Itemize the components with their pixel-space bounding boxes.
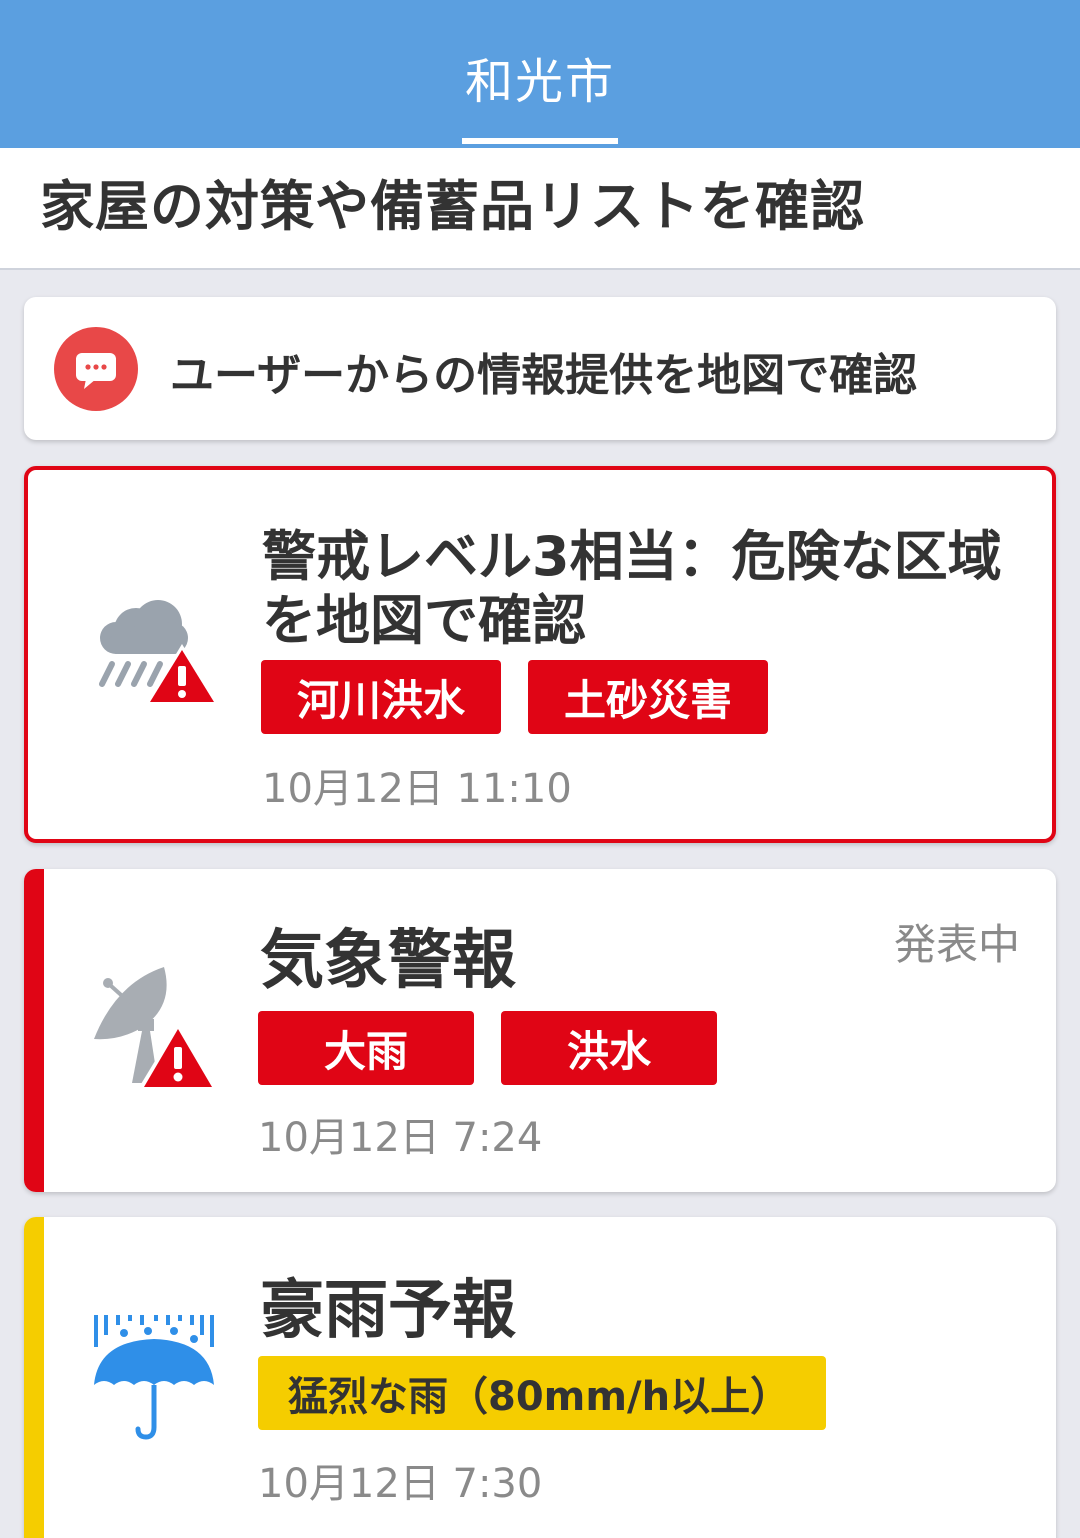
satellite-dish-warning-icon — [86, 963, 218, 1099]
umbrella-rain-icon — [90, 1311, 220, 1445]
warning-title: 気象警報 — [260, 924, 516, 998]
forecast-title: 豪雨予報 — [260, 1274, 516, 1348]
tab-indicator — [462, 138, 618, 144]
weather-warning-card[interactable]: 気象警報 発表中 大雨 洪水 10月12日 7:24 — [24, 869, 1056, 1192]
alert-title-line2: を地図で確認 — [262, 589, 586, 652]
forecast-timestamp: 10月12日 7:30 — [258, 1461, 543, 1507]
user-report-label: ユーザーからの情報提供を地図で確認 — [170, 350, 918, 401]
forecast-accent-bar — [24, 1217, 44, 1538]
tab-wako-city[interactable]: 和光市 — [462, 0, 618, 148]
rain-forecast-card[interactable]: 豪雨予報 猛烈な雨（80mm/h以上） 10月12日 7:30 — [24, 1217, 1056, 1538]
warning-status: 発表中 — [893, 920, 1020, 969]
tab-label: 和光市 — [464, 54, 615, 110]
alert-timestamp: 10月12日 11:10 — [262, 766, 572, 812]
tag-flood: 洪水 — [501, 1011, 717, 1085]
checklist-banner-title: 家屋の対策や備蓄品リストを確認 — [40, 175, 865, 238]
chat-bubble-icon — [54, 327, 138, 411]
tag-river-flood: 河川洪水 — [261, 660, 501, 734]
tag-heavy-rain: 大雨 — [258, 1011, 474, 1085]
warning-timestamp: 10月12日 7:24 — [258, 1115, 543, 1161]
user-report-card[interactable]: ユーザーからの情報提供を地図で確認 — [24, 297, 1056, 440]
warning-accent-bar — [24, 869, 44, 1192]
alert-level-card[interactable]: 警戒レベル3相当：危険な区域 を地図で確認 河川洪水 土砂災害 10月12日 1… — [24, 466, 1056, 843]
app-header: 和光市 — [0, 0, 1080, 148]
tag-intense-rain: 猛烈な雨（80mm/h以上） — [258, 1356, 826, 1430]
tag-landslide: 土砂災害 — [528, 660, 768, 734]
rain-cloud-warning-icon — [94, 598, 220, 712]
